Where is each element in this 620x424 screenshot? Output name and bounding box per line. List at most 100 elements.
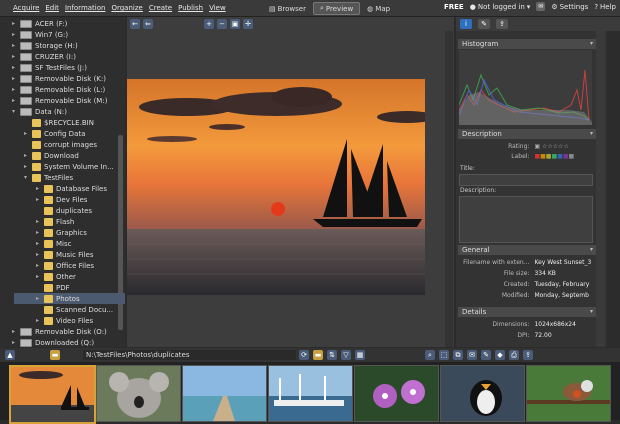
thumbnail[interactable] — [182, 365, 267, 422]
zoom-in-icon[interactable]: + — [204, 19, 214, 29]
tree-item[interactable]: ▸ Dev Files — [36, 194, 87, 205]
compare-icon[interactable]: ⧉ — [453, 350, 463, 360]
tree-item[interactable]: ▸ Config Data — [24, 128, 85, 139]
expand-right-icon[interactable]: ▸ — [36, 240, 44, 247]
tab-preview[interactable]: ⌕ Preview — [313, 2, 361, 15]
expand-right-icon[interactable]: ▸ — [12, 20, 20, 27]
tree-item[interactable]: ▸ Photos — [14, 293, 125, 304]
thumbnail[interactable] — [440, 365, 525, 422]
panel-scrollbar[interactable] — [596, 31, 605, 347]
tree-item[interactable]: PDF — [36, 282, 70, 293]
menu-create[interactable]: Create — [146, 4, 175, 12]
settings-button[interactable]: ⚙ Settings — [551, 3, 588, 11]
expand-right-icon[interactable]: ▸ — [12, 97, 20, 104]
menu-organize[interactable]: Organize — [108, 4, 145, 12]
search-icon[interactable]: ⌕ — [425, 350, 435, 360]
histogram-header[interactable]: Histogram ▾ — [458, 39, 596, 49]
expand-right-icon[interactable]: ▸ — [12, 53, 20, 60]
tree-item[interactable]: ▸ Removable Disk (K:) — [12, 73, 106, 84]
edit-icon[interactable]: ✎ — [481, 350, 491, 360]
open-folder-icon[interactable]: ▬ — [313, 350, 323, 360]
menu-edit[interactable]: Edit — [42, 4, 62, 12]
tree-item[interactable]: Scanned Docu... — [36, 304, 113, 315]
sort-icon[interactable]: ⇅ — [327, 350, 337, 360]
tab-map[interactable]: ◍ Map — [360, 2, 397, 15]
share-icon[interactable]: ⇪ — [523, 350, 533, 360]
tree-item[interactable]: ▸ Flash — [36, 216, 74, 227]
tree-item[interactable]: ▸ Removable Disk (L:) — [12, 84, 105, 95]
fit-screen-icon[interactable]: ▣ — [230, 19, 240, 29]
tree-item[interactable]: ▸ Other — [36, 271, 76, 282]
tree-item[interactable]: ▸ Download — [24, 150, 79, 161]
expand-right-icon[interactable]: ▸ — [12, 339, 20, 346]
description-header[interactable]: Description ▾ — [458, 129, 596, 139]
back-arrow-icon[interactable]: ← — [130, 19, 140, 29]
preview-scrollbar[interactable] — [445, 31, 453, 347]
rating-stars[interactable]: ▣ ☆☆☆☆☆ — [534, 143, 594, 151]
filter-icon[interactable]: ▽ — [341, 350, 351, 360]
email-icon[interactable]: ✉ — [467, 350, 477, 360]
full-screen-icon[interactable]: ✛ — [243, 19, 253, 29]
tree-item[interactable]: ▸ Removable Disk (M:) — [12, 95, 107, 106]
menu-information[interactable]: Information — [62, 4, 109, 12]
up-arrow-icon[interactable]: ▲ — [5, 350, 15, 360]
tab-browser[interactable]: ▤ Browser — [262, 2, 313, 15]
color-labels[interactable]: ■■■■■■■ — [534, 153, 594, 161]
thumbnail[interactable] — [96, 365, 181, 422]
thumbnail[interactable] — [354, 365, 439, 422]
tag-icon[interactable]: ◆ — [495, 350, 505, 360]
menu-publish[interactable]: Publish — [175, 4, 206, 12]
help-button[interactable]: ? Help — [594, 3, 616, 11]
tree-item[interactable]: ▸ Removable Disk (O:) — [12, 326, 107, 337]
expand-right-icon[interactable]: ▸ — [36, 273, 44, 280]
thumbnail[interactable] — [526, 365, 611, 422]
tree-item[interactable]: ▸ Downloaded (Q:) — [12, 337, 94, 347]
info-tab-icon[interactable]: i — [460, 19, 472, 29]
expand-right-icon[interactable]: ▸ — [12, 86, 20, 93]
tree-item[interactable]: ▸ Office Files — [36, 260, 94, 271]
tree-item[interactable]: ▸ ACER (F:) — [12, 18, 67, 29]
expand-right-icon[interactable]: ▸ — [24, 152, 32, 159]
tree-item[interactable]: ▸ Win7 (G:) — [12, 29, 68, 40]
expand-right-icon[interactable]: ▸ — [12, 328, 20, 335]
expand-right-icon[interactable]: ▸ — [24, 163, 32, 170]
description-field[interactable] — [459, 196, 593, 243]
share-tab-icon[interactable]: ⇪ — [496, 19, 508, 29]
expand-right-icon[interactable]: ▸ — [36, 185, 44, 192]
folder-icon[interactable]: ▬ — [50, 350, 60, 360]
expand-right-icon[interactable]: ▸ — [36, 218, 44, 225]
notifications-button[interactable]: ✉ — [536, 2, 546, 11]
forward-arrow-icon[interactable]: ⇐ — [143, 19, 153, 29]
tree-item[interactable]: ▸ Misc — [36, 238, 71, 249]
expand-right-icon[interactable]: ▸ — [36, 317, 44, 324]
path-field[interactable]: N:\TestFiles\Photos\duplicates — [83, 350, 296, 360]
view-grid-icon[interactable]: ▦ — [355, 350, 365, 360]
tree-item[interactable]: ▸ Database Files — [36, 183, 107, 194]
print-icon[interactable]: ⎙ — [509, 350, 519, 360]
edit-tab-icon[interactable]: ✎ — [478, 19, 490, 29]
expand-right-icon[interactable]: ▸ — [36, 262, 44, 269]
menu-view[interactable]: View — [206, 4, 229, 12]
expand-right-icon[interactable]: ▸ — [12, 75, 20, 82]
zoom-out-icon[interactable]: − — [217, 19, 227, 29]
expand-right-icon[interactable]: ▸ — [24, 130, 32, 137]
details-header[interactable]: Details ▾ — [458, 307, 596, 317]
expand-right-icon[interactable]: ▸ — [36, 229, 44, 236]
thumbnail[interactable] — [9, 365, 96, 424]
title-field[interactable] — [459, 174, 593, 186]
tree-item[interactable]: ▸ Video Files — [36, 315, 93, 326]
tree-item[interactable]: ▸ Music Files — [36, 249, 94, 260]
thumbnail[interactable] — [268, 365, 353, 422]
select-icon[interactable]: ⬚ — [439, 350, 449, 360]
menu-acquire[interactable]: Acquire — [10, 4, 42, 12]
expand-right-icon[interactable]: ▸ — [12, 64, 20, 71]
expand-right-icon[interactable]: ▸ — [36, 251, 44, 258]
tree-item[interactable]: duplicates — [36, 205, 92, 216]
expand-down-icon[interactable]: ▾ — [12, 108, 20, 115]
tree-item[interactable]: ▸ Graphics — [36, 227, 87, 238]
expand-right-icon[interactable]: ▸ — [36, 295, 44, 302]
tree-item[interactable]: ▸ SF TestFiles (J:) — [12, 62, 87, 73]
tree-item[interactable]: ▾ TestFiles — [24, 172, 73, 183]
expand-down-icon[interactable]: ▾ — [24, 174, 32, 181]
expand-right-icon[interactable]: ▸ — [36, 196, 44, 203]
